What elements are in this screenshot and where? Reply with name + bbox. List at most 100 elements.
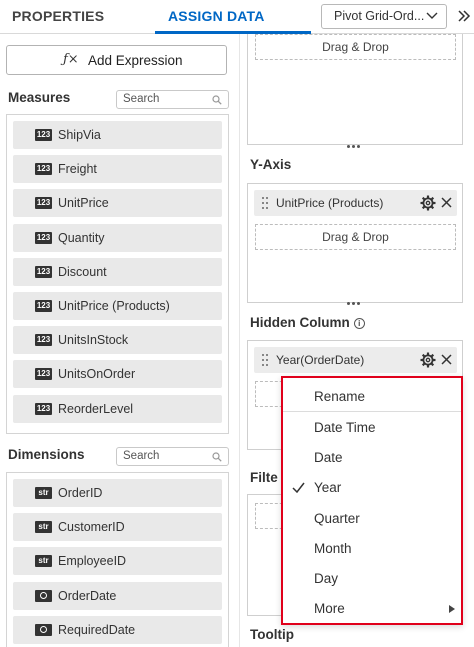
search-icon: [212, 95, 222, 105]
resize-handle[interactable]: [347, 301, 363, 307]
string-type-icon: str: [35, 555, 52, 568]
date-icon: [35, 623, 52, 636]
tab-assign-data[interactable]: ASSIGN DATA: [168, 0, 265, 34]
list-item-label: ShipVia: [58, 128, 101, 142]
menu-divider: [283, 411, 461, 412]
list-item[interactable]: str EmployeeID: [13, 547, 222, 576]
close-icon[interactable]: [440, 196, 453, 209]
dimensions-search-placeholder: Search: [123, 450, 160, 462]
list-item[interactable]: 123 Quantity: [13, 223, 222, 252]
list-item[interactable]: OrderDate: [13, 581, 222, 610]
list-item[interactable]: 123 UnitPrice: [13, 189, 222, 218]
list-item[interactable]: 123 UnitsOnOrder: [13, 360, 222, 389]
list-item-label: UnitsOnOrder: [58, 367, 136, 382]
menu-item-label: Day: [314, 571, 339, 586]
list-item-label: ReorderLevel: [58, 401, 134, 416]
list-item[interactable]: 123 Freight: [13, 155, 222, 184]
number-type-icon: 123: [35, 368, 52, 381]
x-axis-drop-area[interactable]: Drag & Drop: [247, 34, 463, 145]
list-item-label: Quantity: [58, 230, 105, 245]
drop-zone-label: Drag & Drop: [322, 230, 389, 244]
menu-item-more[interactable]: More: [283, 594, 461, 624]
chevron-right-double-icon[interactable]: [457, 9, 471, 23]
number-type-icon: 123: [35, 300, 52, 312]
widget-select-dropdown[interactable]: Pivot Grid-Ord...: [321, 4, 447, 29]
info-icon[interactable]: i: [353, 318, 365, 329]
string-type-icon: str: [35, 487, 52, 499]
gear-icon[interactable]: [420, 195, 436, 211]
measures-search-input[interactable]: Search: [116, 90, 229, 109]
tooltip-title: Tooltip: [250, 627, 294, 642]
hidden-column-field-pill[interactable]: Year(OrderDate): [254, 347, 457, 373]
dimensions-list: str OrderID str CustomerID str EmployeeID Orde…: [6, 472, 229, 647]
menu-item-year[interactable]: Year: [283, 473, 461, 503]
hidden-column-title: Hidden Column i: [250, 315, 365, 330]
list-item[interactable]: str CustomerID: [13, 513, 222, 542]
menu-item-date-time[interactable]: Date Time: [283, 413, 461, 443]
drop-zone[interactable]: Drag & Drop: [255, 224, 456, 250]
measures-search-placeholder: Search: [123, 93, 160, 105]
gear-icon[interactable]: [420, 352, 436, 368]
menu-item-label: Year: [314, 480, 342, 496]
menu-item-label: Rename: [314, 389, 366, 404]
list-item-label: UnitsInStock: [58, 333, 129, 348]
close-icon[interactable]: [440, 353, 453, 366]
y-axis-field-pill[interactable]: UnitPrice (Products): [254, 190, 457, 216]
hidden-column-label: Hidden Column: [250, 315, 350, 330]
list-item-label: Freight: [58, 162, 97, 177]
list-item-label: Discount: [58, 264, 107, 279]
list-item[interactable]: 123 UnitsInStock: [13, 326, 222, 355]
list-item-label: UnitPrice (Products): [58, 299, 170, 313]
pill-label: Year(OrderDate): [276, 353, 365, 367]
caret-right-icon: [449, 605, 455, 614]
drag-handle-icon[interactable]: [262, 197, 268, 209]
list-item[interactable]: str OrderID: [13, 479, 222, 507]
menu-item-day[interactable]: Day: [283, 564, 461, 594]
add-expression-button[interactable]: ƒ× Add Expression: [6, 45, 227, 75]
resize-handle[interactable]: [347, 144, 363, 150]
chevron-down-icon: [426, 12, 438, 19]
number-type-icon: 123: [35, 129, 52, 141]
number-type-icon: 123: [35, 231, 52, 244]
number-type-icon: 123: [35, 197, 52, 210]
menu-item-label: More: [314, 601, 345, 617]
string-type-icon: str: [35, 521, 52, 534]
number-type-icon: 123: [35, 402, 52, 415]
drop-zone-label: Drag & Drop: [322, 40, 389, 54]
widget-select-value: Pivot Grid-Ord...: [334, 9, 425, 23]
menu-item-rename[interactable]: Rename: [283, 382, 461, 412]
menu-item-label: Date Time: [314, 420, 376, 435]
tab-bar: PROPERTIES ASSIGN DATA Pivot Grid-Ord...: [0, 0, 474, 34]
list-item-label: OrderID: [58, 486, 103, 500]
menu-item-quarter[interactable]: Quarter: [283, 504, 461, 534]
y-axis-title: Y-Axis: [250, 157, 292, 172]
list-item[interactable]: RequiredDate: [13, 615, 222, 644]
menu-item-date[interactable]: Date: [283, 443, 461, 473]
date-icon: [35, 589, 52, 602]
list-item[interactable]: 123 UnitPrice (Products): [13, 292, 222, 320]
menu-item-label: Date: [314, 450, 343, 466]
list-item[interactable]: 123 Discount: [13, 257, 222, 286]
number-type-icon: 123: [35, 334, 52, 347]
filter-title: Filte: [250, 470, 278, 485]
list-item[interactable]: 123 ReorderLevel: [13, 394, 222, 423]
measures-list: 123 ShipVia 123 Freight 123 UnitPrice 123 Quant…: [6, 114, 229, 434]
list-item-label: OrderDate: [58, 588, 117, 603]
add-expression-label: Add Expression: [88, 53, 183, 68]
list-item-label: UnitPrice: [58, 196, 109, 211]
list-item-label: RequiredDate: [58, 622, 136, 637]
column-divider: [239, 34, 240, 647]
drag-handle-icon[interactable]: [262, 354, 268, 366]
menu-item-label: Quarter: [314, 510, 360, 526]
menu-item-label: Month: [314, 540, 352, 556]
tab-properties[interactable]: PROPERTIES: [12, 0, 104, 34]
number-type-icon: 123: [35, 163, 52, 176]
pill-label: UnitPrice (Products): [276, 196, 384, 210]
dimensions-search-input[interactable]: Search: [116, 447, 229, 466]
list-item[interactable]: 123 ShipVia: [13, 121, 222, 149]
drop-zone[interactable]: Drag & Drop: [255, 34, 456, 60]
field-context-menu: Rename Date Time Date Year Quarter Month Day M…: [281, 376, 463, 625]
menu-item-month[interactable]: Month: [283, 534, 461, 564]
search-icon: [212, 452, 222, 462]
fx-icon: ƒ×: [63, 52, 79, 67]
